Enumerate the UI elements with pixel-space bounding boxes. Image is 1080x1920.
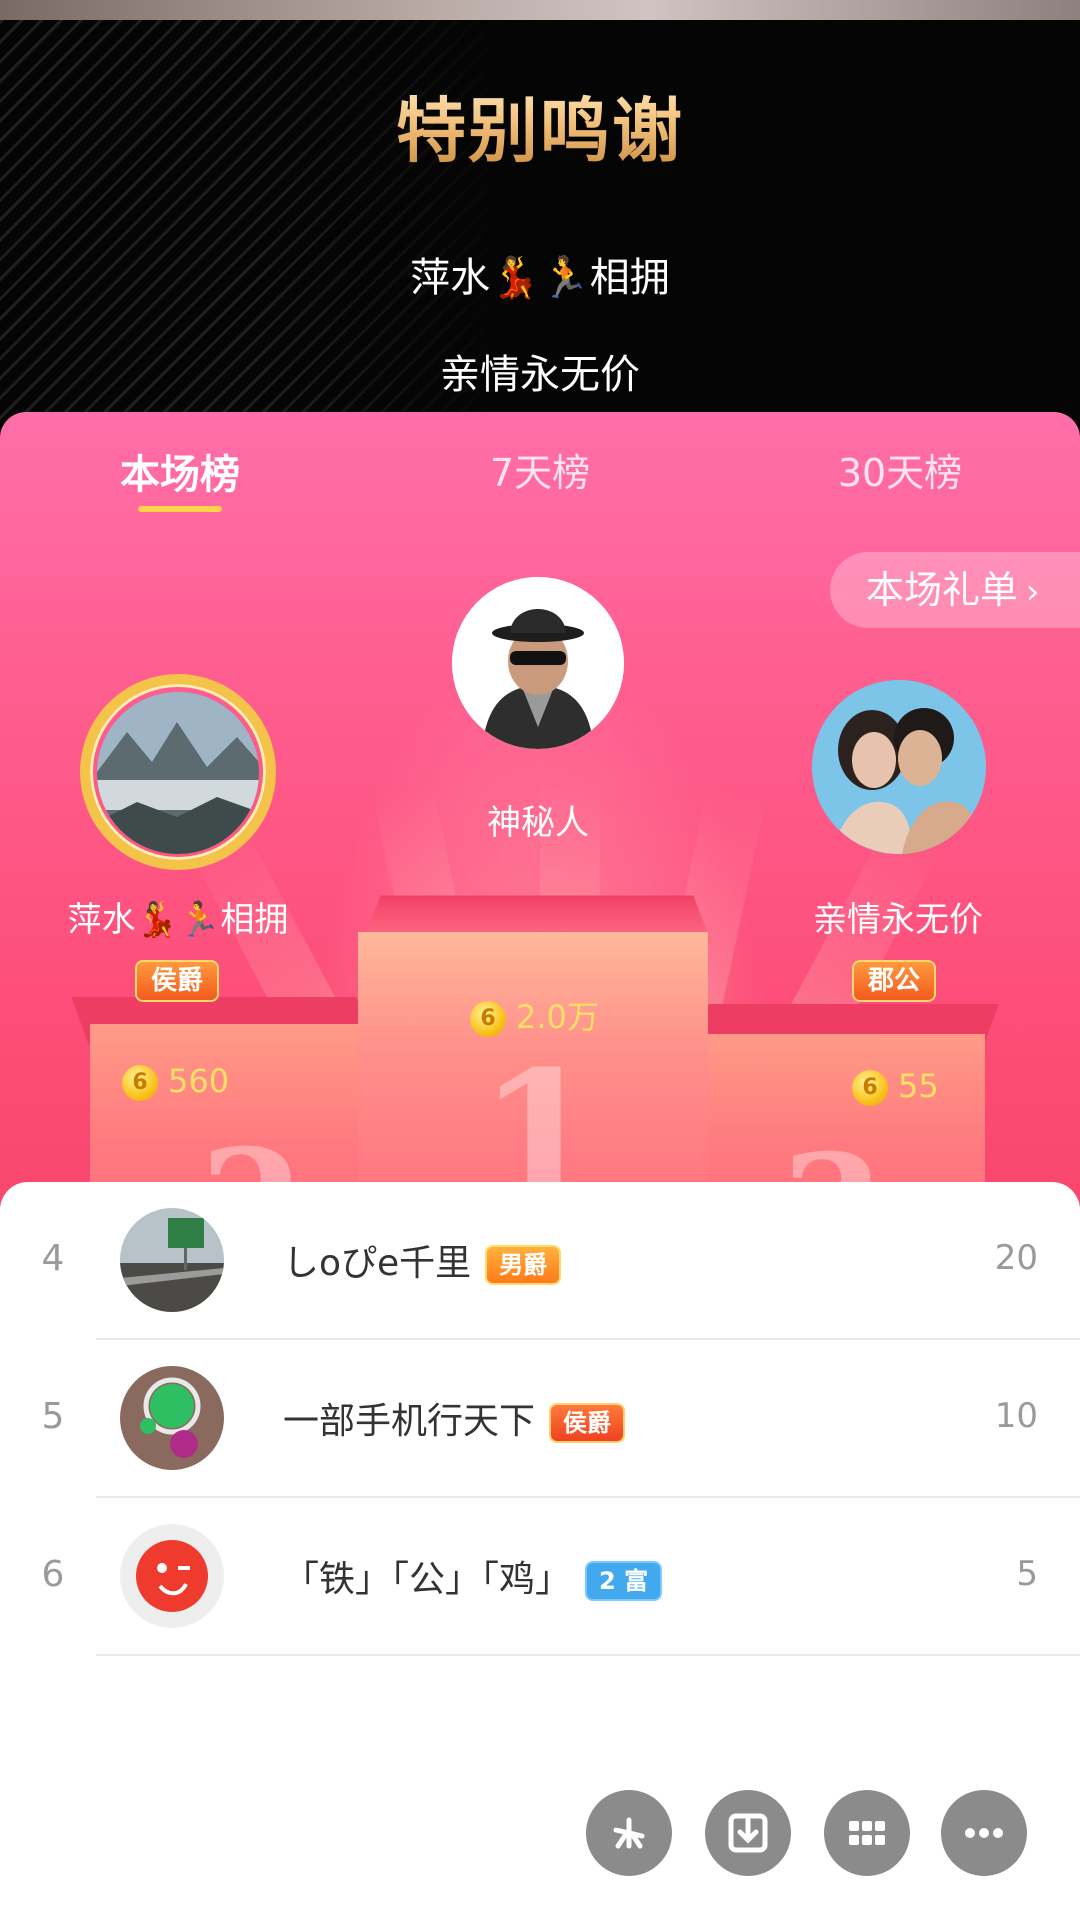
action-bar bbox=[0, 1790, 1080, 1880]
third-place-score: 6 55 bbox=[852, 1067, 939, 1106]
download-icon bbox=[705, 1790, 791, 1876]
top-strip bbox=[0, 0, 1080, 20]
special-thanks-title: 特别鸣谢 bbox=[0, 75, 1080, 176]
special-thanks-header: 特别鸣谢 萍水💃🏃相拥 亲情永无价 bbox=[0, 20, 1080, 450]
first-place-name: 神秘人 bbox=[388, 795, 688, 844]
more-icon bbox=[941, 1790, 1027, 1876]
more-button[interactable] bbox=[941, 1790, 1027, 1876]
ranking-tabs: 本场榜 7天榜 30天榜 bbox=[0, 412, 1080, 532]
tab-30-days[interactable]: 30天榜 bbox=[770, 442, 1030, 497]
row-name: 「铁」「公」「鸡」 2 富 bbox=[283, 1550, 662, 1602]
download-button[interactable] bbox=[705, 1790, 791, 1876]
second-place-score: 6 560 bbox=[122, 1062, 229, 1101]
nobility-badge: 郡公 bbox=[852, 960, 936, 1002]
avatar[interactable] bbox=[120, 1366, 224, 1470]
first-place-avatar[interactable] bbox=[452, 577, 624, 749]
wealth-level-badge: 2 富 bbox=[585, 1561, 662, 1601]
ranking-list: 4 しoぴe千里 男爵 20 5 一部手机行天下 侯爵 10 6 「铁」「公」「… bbox=[0, 1182, 1080, 1702]
row-rank: 5 bbox=[38, 1396, 68, 1437]
gift-list-label: 本场礼单 bbox=[866, 568, 1018, 612]
list-item[interactable]: 4 しoぴe千里 男爵 20 bbox=[0, 1182, 1080, 1340]
first-place-score: 6 2.0万 bbox=[470, 992, 599, 1038]
share-button[interactable] bbox=[586, 1790, 672, 1876]
row-name: 一部手机行天下 侯爵 bbox=[283, 1392, 625, 1444]
thanks-name-2: 亲情永无价 bbox=[0, 342, 1080, 400]
coin-icon: 6 bbox=[852, 1070, 888, 1106]
coin-icon: 6 bbox=[122, 1065, 158, 1101]
grid-button[interactable] bbox=[824, 1790, 910, 1876]
tab-this-session[interactable]: 本场榜 bbox=[50, 442, 310, 500]
row-score: 5 bbox=[1016, 1554, 1038, 1594]
couple-photo bbox=[812, 680, 986, 854]
mystery-person-icon bbox=[452, 577, 624, 749]
row-score: 20 bbox=[995, 1238, 1038, 1278]
row-rank: 6 bbox=[38, 1554, 68, 1595]
list-item[interactable]: 5 一部手机行天下 侯爵 10 bbox=[0, 1340, 1080, 1498]
divider bbox=[96, 1654, 1080, 1656]
chevron-right-icon: › bbox=[1026, 572, 1040, 612]
nobility-badge: 侯爵 bbox=[549, 1403, 625, 1443]
active-tab-indicator bbox=[138, 506, 222, 512]
list-item[interactable]: 6 「铁」「公」「鸡」 2 富 5 bbox=[0, 1498, 1080, 1656]
avatar[interactable] bbox=[120, 1208, 224, 1312]
second-place-name: 萍水💃🏃相拥 bbox=[28, 892, 328, 941]
grid-icon bbox=[824, 1790, 910, 1876]
golden-avatar-frame bbox=[80, 674, 276, 870]
row-rank: 4 bbox=[38, 1238, 68, 1279]
third-place-avatar[interactable] bbox=[812, 680, 986, 854]
ranking-card: 本场榜 7天榜 30天榜 本场礼单 › 1 2 3 6 2.0万 6 560 6 55 bbox=[0, 412, 1080, 1232]
avatar[interactable] bbox=[120, 1524, 224, 1628]
coin-icon: 6 bbox=[470, 1001, 506, 1037]
row-score: 10 bbox=[995, 1396, 1038, 1436]
share-icon bbox=[586, 1790, 672, 1876]
thanks-name-1: 萍水💃🏃相拥 bbox=[0, 245, 1080, 303]
nobility-badge: 侯爵 bbox=[135, 960, 219, 1002]
gift-list-button[interactable]: 本场礼单 › bbox=[830, 552, 1080, 628]
tab-7-days[interactable]: 7天榜 bbox=[410, 442, 670, 497]
row-name: しoぴe千里 男爵 bbox=[283, 1234, 561, 1286]
nobility-badge: 男爵 bbox=[485, 1245, 561, 1285]
third-place-name: 亲情永无价 bbox=[748, 892, 1048, 941]
